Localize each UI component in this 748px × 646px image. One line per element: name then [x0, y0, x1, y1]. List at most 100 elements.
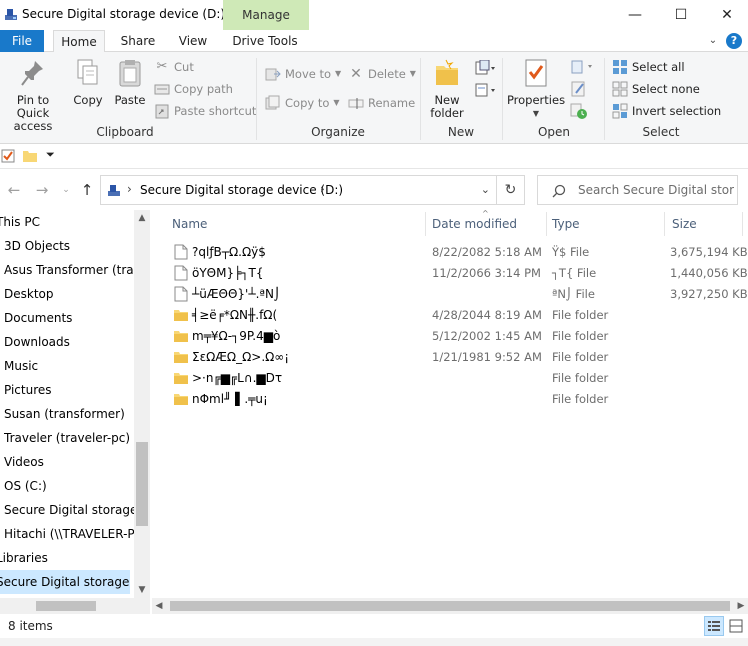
file-row[interactable]: >·n╔▆╔L∩.▆Dτ File folder	[152, 368, 748, 389]
copy-to-button[interactable]: Copy to ▼	[265, 93, 340, 113]
nav-horizontal-scrollbar[interactable]	[0, 598, 150, 614]
search-box[interactable]: Search Secure Digital storag...	[537, 175, 738, 205]
file-row[interactable]: ╡≥ë╒*ΩN╫.fΩ(4/28/2044 8:19 AM File folder	[152, 305, 748, 326]
folder-icon[interactable]	[22, 148, 38, 164]
file-row[interactable]: ΣεΩÆΩ_Ω>.Ω∞¡ 1/21/1981 9:52 AM File folder	[152, 347, 748, 368]
column-header-size[interactable]: Size	[672, 210, 697, 238]
address-bar[interactable]: › Secure Digital storage device (D:) › ⌄	[100, 175, 497, 205]
file-name[interactable]: nΦml╜ ▌.╤u¡	[192, 392, 268, 406]
content-horizontal-scrollbar[interactable]: ◀ ▶	[152, 598, 748, 614]
scroll-up-icon[interactable]: ▲	[134, 210, 150, 226]
paste-button[interactable]: Paste	[110, 58, 150, 107]
file-name[interactable]: ┴üÆΘΘ}'┴.ªN⌡	[192, 287, 280, 301]
file-name[interactable]: ?qlƒB┬Ω.Ωÿ$	[192, 245, 266, 259]
maximize-button[interactable]: ☐	[656, 0, 706, 30]
delete-button[interactable]: ✕ Delete ▼	[348, 64, 416, 84]
file-row[interactable]: nΦml╜ ▌.╤u¡ File folder	[152, 389, 748, 410]
nav-item[interactable]: Downloads	[4, 330, 138, 354]
column-header-type[interactable]: Type	[552, 210, 580, 238]
select-all-button[interactable]: Select all	[612, 57, 685, 77]
minimize-button[interactable]: —	[610, 0, 660, 30]
nav-item[interactable]: OS (C:)	[4, 474, 138, 498]
edit-icon[interactable]	[570, 80, 588, 98]
scrollbar-thumb[interactable]	[36, 601, 96, 611]
file-row[interactable]: ?qlƒB┬Ω.Ωÿ$ 8/22/2082 5:18 AM Ÿ$ File 3,675…	[152, 242, 748, 263]
column-divider[interactable]	[546, 212, 547, 236]
scrollbar-thumb[interactable]	[136, 442, 148, 526]
column-header-name[interactable]: Name	[172, 210, 207, 238]
file-row[interactable]: ┴üÆΘΘ}'┴.ªN⌡ ªN⌡ File 3,927,250 KB	[152, 284, 748, 305]
nav-item[interactable]: Pictures	[4, 378, 138, 402]
scroll-right-icon[interactable]: ▶	[734, 598, 748, 614]
nav-item[interactable]: Documents	[4, 306, 138, 330]
pin-to-quick-access-button[interactable]: Pin to Quick access	[0, 58, 66, 133]
tab-view[interactable]: View	[170, 30, 216, 52]
group-divider	[502, 58, 503, 140]
file-row[interactable]: öYΘM}╞┐T{11/2/2066 3:14 PM ┐T{ File 1,440,…	[152, 263, 748, 284]
tab-drive-tools[interactable]: Drive Tools	[226, 30, 304, 52]
nav-item[interactable]: This PC	[0, 210, 130, 234]
file-name[interactable]: öYΘM}╞┐T{	[192, 266, 264, 280]
tab-file[interactable]: File	[0, 30, 44, 52]
tab-home[interactable]: Home	[53, 30, 105, 53]
chevron-down-icon[interactable]: ⌄	[706, 34, 720, 48]
history-icon[interactable]	[570, 102, 588, 120]
copy-path-button[interactable]: Copy path	[154, 79, 233, 99]
file-name[interactable]: m╤¥Ω-┐9P.4▆ò	[192, 329, 280, 343]
large-icons-view-button[interactable]	[726, 616, 746, 636]
details-view-button[interactable]	[704, 616, 724, 636]
file-row[interactable]: m╤¥Ω-┐9P.4▆ò 5/12/2002 1:45 AM File folder	[152, 326, 748, 347]
ribbon-tabs: File Home Share View Drive Tools ⌄ ?	[0, 30, 748, 53]
file-name[interactable]: ╡≥ë╒*ΩN╫.fΩ(	[192, 308, 277, 322]
copy-button[interactable]: Copy	[70, 58, 106, 107]
tab-share[interactable]: Share	[113, 30, 163, 52]
help-icon[interactable]: ?	[726, 33, 742, 49]
select-none-button[interactable]: Select none	[612, 79, 700, 99]
properties-button[interactable]: Properties ▼	[506, 58, 566, 120]
file-name[interactable]: >·n╔▆╔L∩.▆Dτ	[192, 371, 282, 385]
properties-icon[interactable]	[1, 149, 15, 163]
rename-button[interactable]: Rename	[348, 93, 415, 113]
move-to-button[interactable]: Move to ▼	[265, 64, 341, 84]
forward-arrow-icon[interactable]: →	[32, 180, 52, 200]
nav-item[interactable]: Susan (transformer)	[4, 402, 138, 426]
nav-item[interactable]: Music	[4, 354, 138, 378]
cut-button[interactable]: ✂ Cut	[154, 57, 194, 77]
invert-selection-button[interactable]: Invert selection	[612, 101, 721, 121]
nav-item[interactable]: Videos	[4, 450, 138, 474]
scroll-down-icon[interactable]: ▼	[134, 582, 150, 598]
column-header-date[interactable]: Date modified	[432, 210, 517, 238]
up-arrow-icon[interactable]: ↑	[77, 180, 97, 200]
new-item-icon[interactable]	[474, 59, 495, 76]
search-input[interactable]: Search Secure Digital storag...	[578, 183, 734, 197]
nav-item[interactable]: Traveler (traveler-pc)	[4, 426, 138, 450]
breadcrumb-chevron-icon[interactable]: ›	[320, 182, 325, 196]
breadcrumb[interactable]: Secure Digital storage device (D:)	[140, 183, 343, 197]
nav-item[interactable]: Desktop	[4, 282, 138, 306]
customize-toolbar-icon[interactable]: ⏷	[46, 148, 55, 162]
column-divider[interactable]	[742, 212, 743, 236]
nav-item[interactable]: Hitachi (\\TRAVELER-PC	[4, 522, 138, 546]
nav-scrollbar[interactable]: ▲ ▼	[134, 210, 150, 598]
scroll-left-icon[interactable]: ◀	[152, 598, 166, 614]
easy-access-icon[interactable]	[474, 82, 495, 98]
close-button[interactable]: ✕	[702, 0, 748, 30]
column-divider[interactable]	[425, 212, 426, 236]
recent-locations-icon[interactable]: ⌄	[56, 180, 76, 200]
scrollbar-thumb[interactable]	[170, 601, 730, 611]
new-folder-button[interactable]: New folder	[424, 58, 470, 120]
back-arrow-icon[interactable]: ←	[4, 180, 24, 200]
refresh-button[interactable]: ↻	[497, 175, 525, 205]
chevron-down-icon[interactable]: ⌄	[481, 183, 490, 196]
breadcrumb-chevron-icon[interactable]: ›	[127, 182, 132, 196]
nav-item[interactable]: Libraries	[0, 546, 130, 570]
nav-item[interactable]: Secure Digital storage dev	[0, 570, 130, 594]
paste-shortcut-button[interactable]: Paste shortcut	[154, 101, 256, 121]
nav-item[interactable]: Secure Digital storage de	[4, 498, 138, 522]
nav-item[interactable]: Asus Transformer (transf	[4, 258, 138, 282]
column-divider[interactable]	[664, 212, 665, 236]
nav-item[interactable]: 3D Objects	[4, 234, 138, 258]
open-icon[interactable]	[570, 58, 594, 76]
file-name[interactable]: ΣεΩÆΩ_Ω>.Ω∞¡	[192, 350, 289, 364]
tab-manage[interactable]: Manage	[223, 0, 309, 30]
